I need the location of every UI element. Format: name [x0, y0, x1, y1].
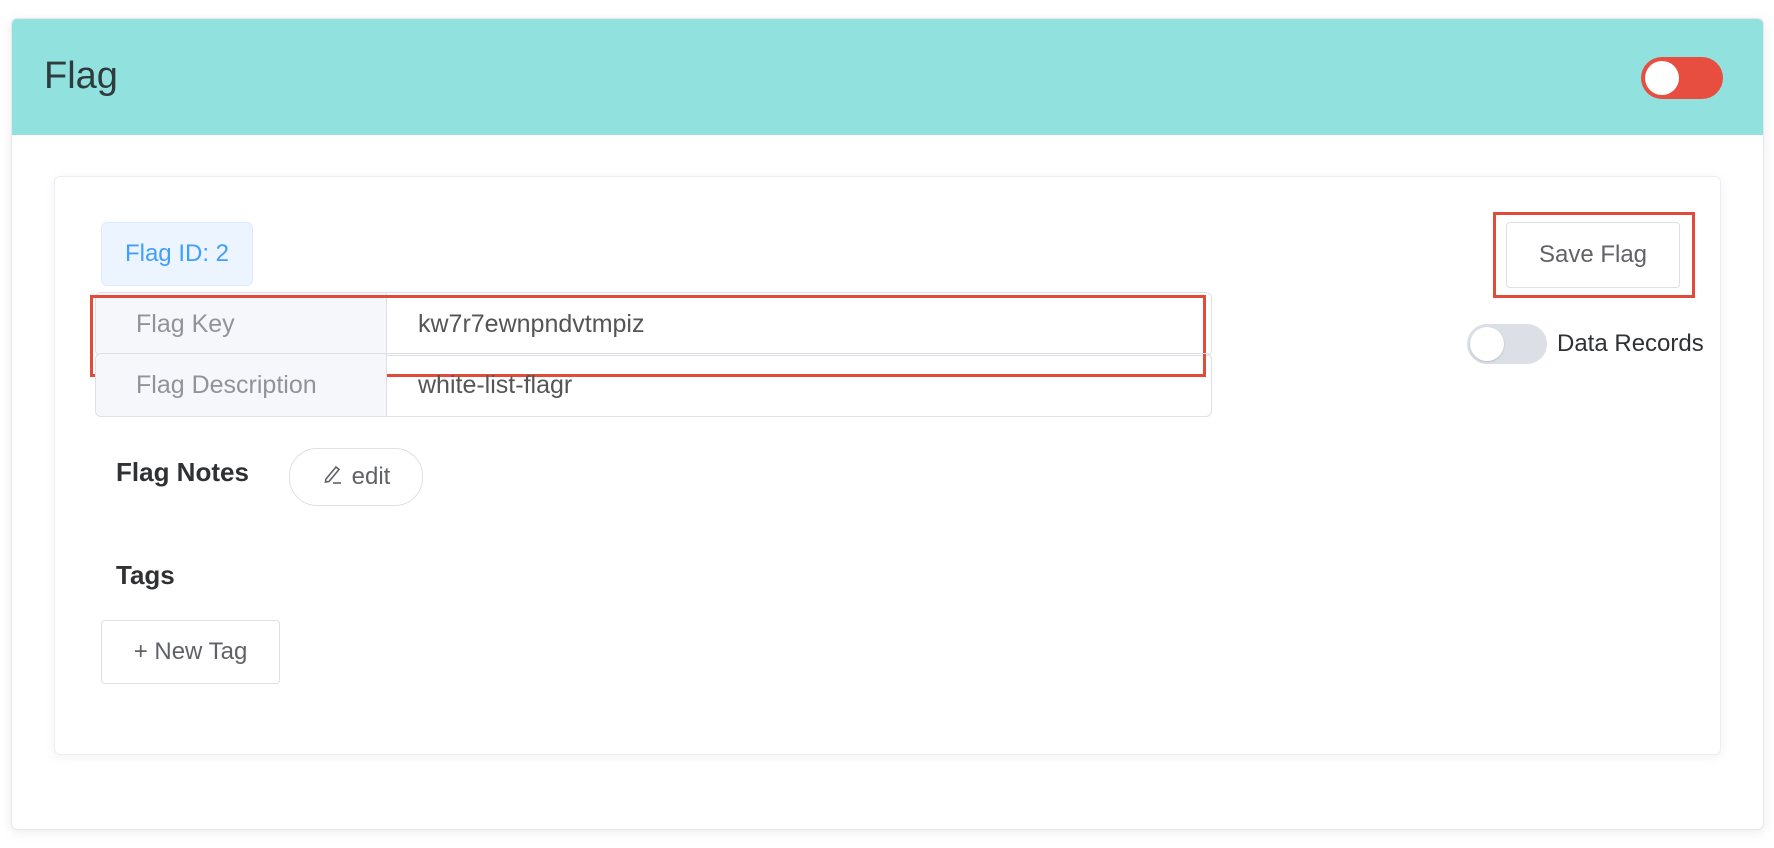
save-flag-highlight: Save Flag: [1493, 212, 1695, 298]
flag-description-input[interactable]: white-list-flagr: [387, 354, 1211, 416]
flag-settings-panel: Flag ID: 2 Flag Key kw7r7ewnpndvtmpiz Fl…: [54, 176, 1721, 755]
toggle-knob: [1470, 327, 1504, 361]
data-records-toggle[interactable]: [1467, 324, 1547, 364]
flag-description-field[interactable]: Flag Description white-list-flagr: [95, 353, 1212, 417]
flag-card: Flag Flag ID: 2 Flag Key kw7r7ewnpndvtmp…: [11, 18, 1764, 830]
save-flag-button[interactable]: Save Flag: [1506, 222, 1680, 288]
flag-key-label: Flag Key: [96, 293, 387, 355]
tags-title: Tags: [116, 560, 175, 590]
flag-key-field[interactable]: Flag Key kw7r7ewnpndvtmpiz: [95, 292, 1212, 356]
new-tag-button[interactable]: + New Tag: [101, 620, 280, 684]
edit-label: edit: [351, 463, 391, 490]
toggle-knob: [1645, 61, 1679, 95]
data-records-label: Data Records: [1557, 330, 1704, 357]
flag-description-label: Flag Description: [96, 354, 387, 416]
flag-key-input[interactable]: kw7r7ewnpndvtmpiz: [387, 293, 1211, 355]
flag-enabled-toggle[interactable]: [1641, 57, 1723, 99]
edit-pencil-icon: [322, 463, 344, 492]
edit-notes-button[interactable]: edit: [289, 448, 423, 506]
page-title: Flag: [44, 55, 118, 97]
flag-id-badge: Flag ID: 2: [101, 222, 253, 286]
flag-notes-title: Flag Notes: [116, 457, 249, 487]
flag-card-header: Flag: [12, 19, 1763, 135]
